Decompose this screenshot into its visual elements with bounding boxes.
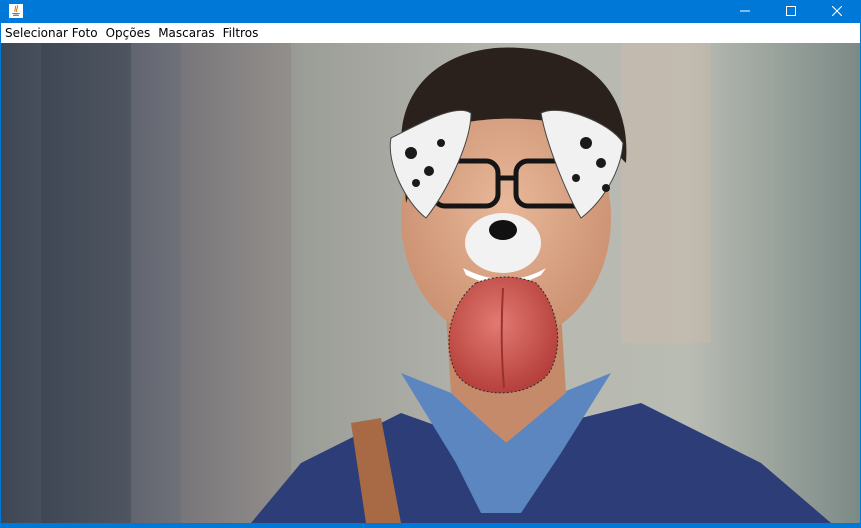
menu-opcoes[interactable]: Opções <box>102 23 155 43</box>
photo-canvas <box>1 43 860 523</box>
close-icon <box>832 6 842 16</box>
close-button[interactable] <box>814 0 860 22</box>
title-bar[interactable] <box>0 0 861 22</box>
minimize-button[interactable] <box>722 0 768 22</box>
maximize-button[interactable] <box>768 0 814 22</box>
menu-mascaras[interactable]: Mascaras <box>154 23 218 43</box>
minimize-icon <box>740 10 750 12</box>
java-app-icon <box>9 4 23 18</box>
menu-bar: Selecionar Foto Opções Mascaras Filtros <box>1 23 860 43</box>
photo-image <box>1 43 860 523</box>
maximize-icon <box>786 6 796 16</box>
menu-selecionar-foto[interactable]: Selecionar Foto <box>1 23 102 43</box>
app-window: Selecionar Foto Opções Mascaras Filtros <box>0 0 861 528</box>
menu-filtros[interactable]: Filtros <box>219 23 263 43</box>
window-bottom-border <box>0 523 861 528</box>
